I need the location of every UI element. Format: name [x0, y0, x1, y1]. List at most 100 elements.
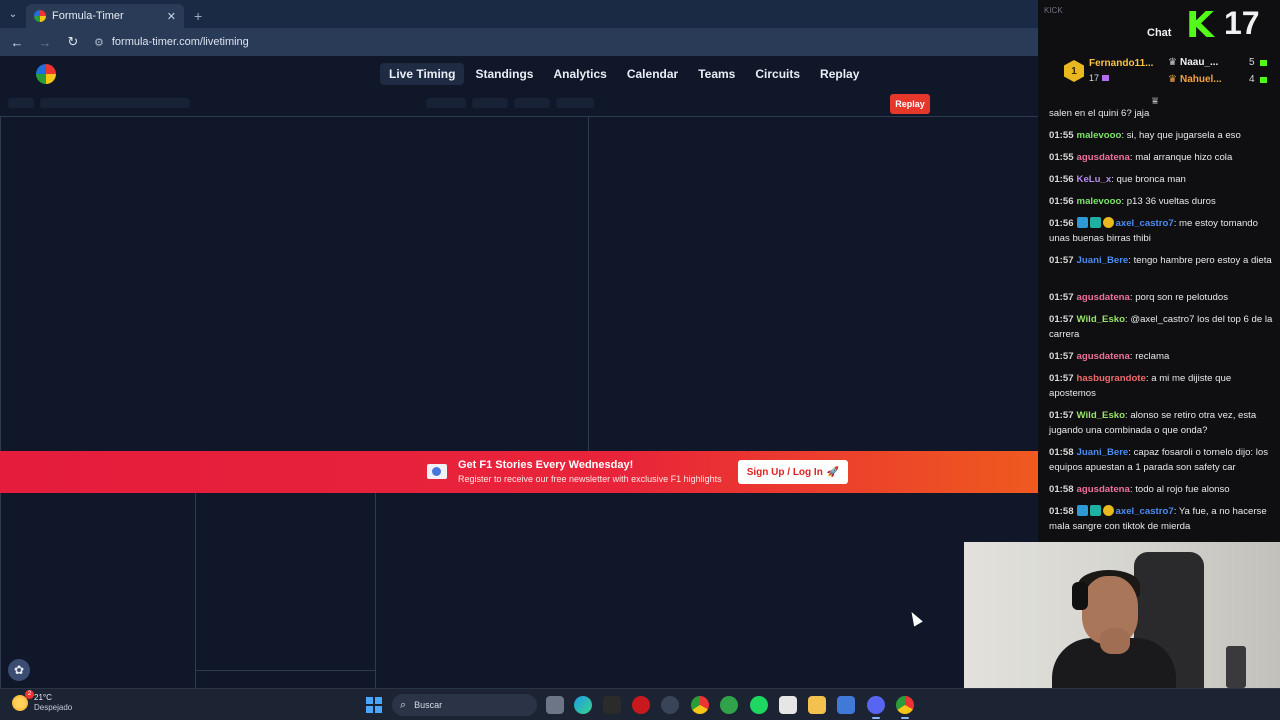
discord-icon[interactable]: [867, 696, 885, 719]
nav-replay[interactable]: Replay: [811, 63, 868, 85]
mouse-cursor-icon: [907, 609, 923, 627]
message-text: reclama: [1135, 351, 1170, 362]
chrome-active-icon[interactable]: [896, 696, 914, 719]
chat-message: 01:55 malevooo: si, hay que jugarsela a e…: [1049, 130, 1241, 141]
bottom-panel-3: [195, 670, 376, 690]
streamer-webcam: [964, 542, 1280, 688]
windows-taskbar: 21°C Despejado ⌕ Buscar: [0, 688, 1280, 720]
message-username[interactable]: agusdatena: [1077, 152, 1130, 163]
steam-icon[interactable]: [661, 696, 679, 714]
message-username[interactable]: agusdatena: [1077, 484, 1130, 495]
browser-tab[interactable]: Formula-Timer ✕: [26, 4, 184, 28]
message-time: 01:57: [1049, 255, 1074, 266]
cookie-settings-icon[interactable]: ✿: [8, 659, 30, 681]
kick-logo-icon: K: [1186, 5, 1214, 46]
app-window-icon[interactable]: [837, 696, 855, 714]
message-time: 01:57: [1049, 373, 1074, 384]
message-username[interactable]: hasbugrandote: [1077, 373, 1146, 384]
capcut-icon[interactable]: [779, 696, 797, 714]
loading-placeholder: [472, 98, 508, 108]
chat-message: 01:57 Wild_Esko: @axel_castro7 los del to…: [1049, 314, 1273, 340]
formula-timer-logo-icon[interactable]: [36, 64, 56, 84]
xbox-icon[interactable]: [720, 696, 738, 714]
crown-icon: ♛: [1168, 57, 1177, 68]
site-favicon-icon: [34, 10, 46, 22]
file-explorer-icon[interactable]: [808, 696, 826, 714]
nav-teams[interactable]: Teams: [689, 63, 744, 85]
spotify-icon[interactable]: [750, 696, 768, 714]
app-red-icon[interactable]: [632, 696, 650, 714]
chat-message: 01:57 Juani_Bere: tengo hambre pero estoy…: [1049, 255, 1272, 266]
gift-icon: [1102, 75, 1110, 81]
main-nav: Live Timing Standings Analytics Calendar…: [380, 56, 868, 92]
signup-login-label: Sign Up / Log In: [746, 466, 823, 478]
blue-badge-icon: [1076, 505, 1088, 516]
banner-subtitle: Register to receive our free newsletter …: [458, 474, 722, 484]
browser-address-bar: ← → ↻ ⚙ formula-timer.com/livetiming: [0, 28, 1038, 56]
teal-badge-icon: [1089, 505, 1101, 516]
nav-circuits[interactable]: Circuits: [746, 63, 809, 85]
nav-calendar[interactable]: Calendar: [618, 63, 687, 85]
message-text: p13 36 vueltas duros: [1126, 196, 1216, 207]
tab-search-button[interactable]: ⌄: [0, 0, 26, 28]
message-username[interactable]: Juani_Bere: [1077, 447, 1129, 458]
timing-panel-right: [588, 116, 1040, 452]
nav-standings[interactable]: Standings: [466, 63, 542, 85]
message-username[interactable]: agusdatena: [1077, 292, 1130, 303]
windows-start-icon[interactable]: [366, 697, 382, 713]
message-username[interactable]: Wild_Esko: [1077, 314, 1125, 325]
message-username[interactable]: malevooo: [1077, 196, 1122, 207]
viewer-count: 17: [1224, 5, 1260, 41]
weather-widget[interactable]: 21°C Despejado: [12, 690, 72, 713]
chat-message: 01:57 agusdatena: porq son re pelotudos: [1049, 292, 1229, 303]
chat-message: 01:56 KeLu_x: que bronca man: [1049, 174, 1186, 185]
reload-icon[interactable]: ↻: [66, 34, 80, 50]
taskbar-search[interactable]: ⌕ Buscar: [392, 694, 537, 716]
message-time: 01:58: [1049, 506, 1074, 517]
top-gifter-badge-icon: 1: [1064, 60, 1084, 82]
message-time: 01:57: [1049, 410, 1074, 421]
task-view-icon[interactable]: [546, 696, 564, 714]
message-time: 01:57: [1049, 351, 1074, 362]
message-text: salen en el quini 6? jaja: [1049, 108, 1150, 119]
app-icon[interactable]: [603, 696, 621, 714]
nav-analytics[interactable]: Analytics: [544, 63, 615, 85]
message-time: 01:56: [1049, 174, 1074, 185]
coin-badge-icon: [1102, 505, 1114, 516]
chat-message: salen en el quini 6? jaja: [1049, 106, 1273, 121]
screen: ⌄ Formula-Timer ✕ + ← → ↻ ⚙ formula-time…: [0, 0, 1280, 720]
message-username[interactable]: malevooo: [1077, 130, 1122, 141]
site-settings-icon[interactable]: ⚙: [94, 36, 104, 49]
loading-placeholder: [426, 98, 466, 108]
replay-button[interactable]: Replay: [890, 94, 930, 114]
url-field[interactable]: ⚙ formula-timer.com/livetiming: [94, 36, 249, 49]
message-username[interactable]: axel_castro7: [1116, 218, 1174, 229]
back-icon[interactable]: ←: [10, 35, 24, 50]
leaderboard-name: Nahuel...: [1179, 74, 1222, 85]
chat-message: 01:58 Juani_Bere: capaz fosaroli o tornel…: [1049, 447, 1269, 473]
message-username[interactable]: agusdatena: [1077, 351, 1130, 362]
new-tab-button[interactable]: +: [184, 8, 212, 28]
message-time: 01:58: [1049, 447, 1074, 458]
leaderboard-row: ♛ Nahuel... 4: [1168, 74, 1267, 85]
stream-chat-overlay: KICK Chat K 17 1 Fernando11... 17 ♛ Naau…: [1038, 0, 1280, 542]
message-text: si, hay que jugarsela a eso: [1126, 130, 1241, 141]
message-text: mal arranque hizo cola: [1135, 152, 1233, 163]
message-username[interactable]: Juani_Bere: [1077, 255, 1129, 266]
teal-badge-icon: [1089, 217, 1101, 228]
message-time: 01:55: [1049, 130, 1074, 141]
chrome-icon[interactable]: [691, 696, 709, 714]
message-username[interactable]: Wild_Esko: [1077, 410, 1125, 421]
nav-live-timing[interactable]: Live Timing: [380, 63, 465, 85]
top-gifter-name: Fernando11...: [1089, 58, 1154, 69]
signup-login-button[interactable]: Sign Up / Log In 🚀: [738, 460, 848, 484]
message-username[interactable]: axel_castro7: [1116, 506, 1174, 517]
close-tab-icon[interactable]: ✕: [167, 10, 176, 23]
loading-placeholder: [514, 98, 550, 108]
forward-icon[interactable]: →: [38, 35, 52, 50]
message-username[interactable]: KeLu_x: [1077, 174, 1112, 185]
session-bar: Replay: [0, 92, 1038, 116]
message-time: 01:55: [1049, 152, 1074, 163]
chat-title: Chat: [1147, 27, 1172, 39]
edge-icon[interactable]: [574, 696, 592, 714]
